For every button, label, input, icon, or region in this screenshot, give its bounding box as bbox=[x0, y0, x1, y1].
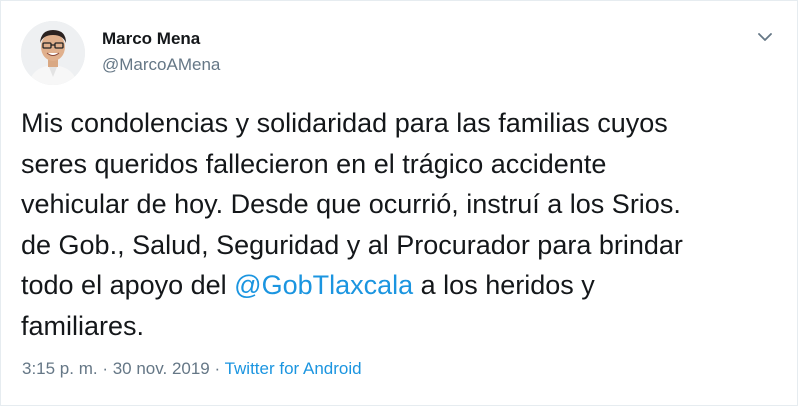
tweet-card: Marco Mena @MarcoAMena Mis condolencias … bbox=[0, 0, 798, 406]
tweet-text-line: familiares. bbox=[21, 310, 145, 341]
mention-link[interactable]: @GobTlaxcala bbox=[234, 270, 413, 300]
tweet-text-line: todo el apoyo del @GobTlaxcala a los her… bbox=[21, 265, 781, 306]
tweet-text: Mis condolencias y solidaridad para las … bbox=[21, 103, 781, 346]
tweet-text-line: Mis condolencias y solidaridad para las … bbox=[21, 108, 668, 138]
avatar-image bbox=[21, 21, 85, 85]
author-name[interactable]: Marco Mena bbox=[102, 29, 200, 49]
tweet-text-line: vehicular de hoy. Desde que ocurrió, ins… bbox=[21, 189, 681, 219]
meta-separator: · bbox=[209, 359, 225, 378]
tweet-meta: 3:15 p. m. · 30 nov. 2019 · Twitter for … bbox=[22, 359, 362, 379]
tweet-text-segment: todo el apoyo del bbox=[21, 270, 235, 300]
chevron-down-icon[interactable] bbox=[755, 27, 775, 47]
tweet-date[interactable]: 30 nov. 2019 bbox=[113, 359, 210, 378]
avatar[interactable] bbox=[21, 21, 85, 85]
tweet-time[interactable]: 3:15 p. m. bbox=[22, 359, 98, 378]
meta-separator: · bbox=[97, 359, 113, 378]
tweet-text-line: de Gob., Salud, Seguridad y al Procurado… bbox=[21, 229, 683, 260]
tweet-text-segment: a los heridos y bbox=[413, 270, 595, 300]
tweet-source-link[interactable]: Twitter for Android bbox=[225, 359, 362, 378]
divider bbox=[1, 405, 797, 406]
author-handle[interactable]: @MarcoAMena bbox=[102, 55, 220, 75]
tweet-text-line: seres queridos fallecieron en el trágico… bbox=[21, 148, 607, 179]
